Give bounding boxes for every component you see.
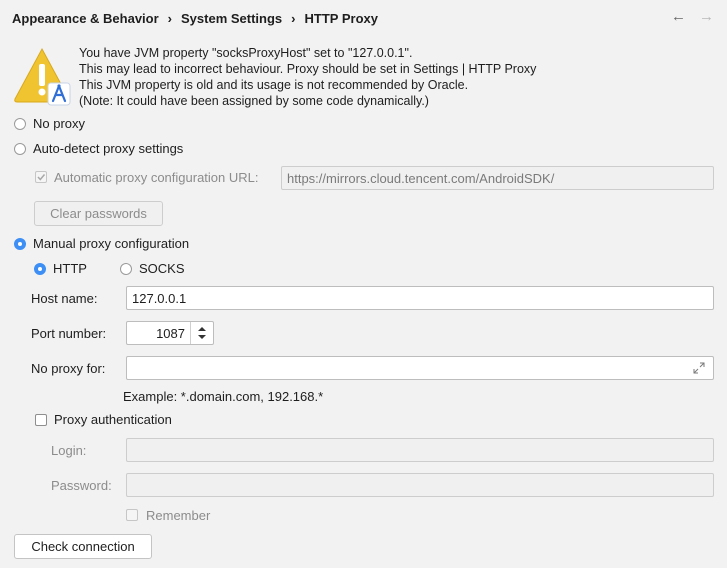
up-down-arrows-icon [198,327,206,339]
proxy-auth-label[interactable]: Proxy authentication [54,412,172,427]
proxy-auth-checkbox[interactable] [35,414,47,426]
breadcrumb-item-http-proxy: HTTP Proxy [304,11,378,26]
http-radio[interactable] [34,263,46,275]
password-label: Password: [51,478,112,493]
warning-line-1: You have JVM property "socksProxyHost" s… [79,46,413,60]
warning-line-2: This may lead to incorrect behaviour. Pr… [79,62,537,76]
no-proxy-radio[interactable] [14,118,26,130]
no-proxy-label[interactable]: No proxy [33,116,85,131]
http-label[interactable]: HTTP [53,261,87,276]
example-hint: Example: *.domain.com, 192.168.* [123,389,324,404]
port-number-label: Port number: [31,326,107,341]
breadcrumb-item-appearance[interactable]: Appearance & Behavior [12,11,159,26]
forward-arrow-icon[interactable]: → [699,8,714,25]
port-number-spinner[interactable]: 1087 [126,321,214,345]
breadcrumb-item-system-settings[interactable]: System Settings [181,11,282,26]
socks-radio[interactable] [120,263,132,275]
breadcrumb-separator: › [291,11,296,26]
host-name-input[interactable] [126,286,714,310]
breadcrumb-separator: › [167,11,173,26]
auto-detect-radio[interactable] [14,143,26,155]
back-arrow-icon[interactable]: ← [671,8,686,25]
clear-passwords-button[interactable]: Clear passwords [34,201,163,226]
auto-config-url-label: Automatic proxy configuration URL: [54,170,259,185]
port-number-value[interactable]: 1087 [156,326,185,341]
manual-proxy-radio[interactable] [14,238,26,250]
host-name-label: Host name: [31,291,98,306]
breadcrumb: Appearance & Behavior › System Settings … [12,11,378,26]
warning-line-3: This JVM property is old and its usage i… [79,78,469,92]
remember-label: Remember [146,508,211,523]
android-studio-badge-icon [47,82,71,106]
no-proxy-for-input[interactable] [126,356,714,380]
auto-detect-label[interactable]: Auto-detect proxy settings [33,141,183,156]
warning-line-4: (Note: It could have been assigned by so… [79,94,429,108]
port-stepper[interactable] [190,322,213,344]
expand-icon[interactable] [693,362,705,374]
password-input[interactable] [126,473,714,497]
auto-config-url-input[interactable] [281,166,714,190]
socks-label[interactable]: SOCKS [139,261,185,276]
check-connection-button[interactable]: Check connection [14,534,152,559]
login-input[interactable] [126,438,714,462]
login-label: Login: [51,443,87,458]
remember-checkbox[interactable] [126,509,138,521]
no-proxy-for-label: No proxy for: [31,361,106,376]
manual-proxy-label[interactable]: Manual proxy configuration [33,236,189,251]
auto-config-url-checkbox[interactable] [35,171,47,183]
